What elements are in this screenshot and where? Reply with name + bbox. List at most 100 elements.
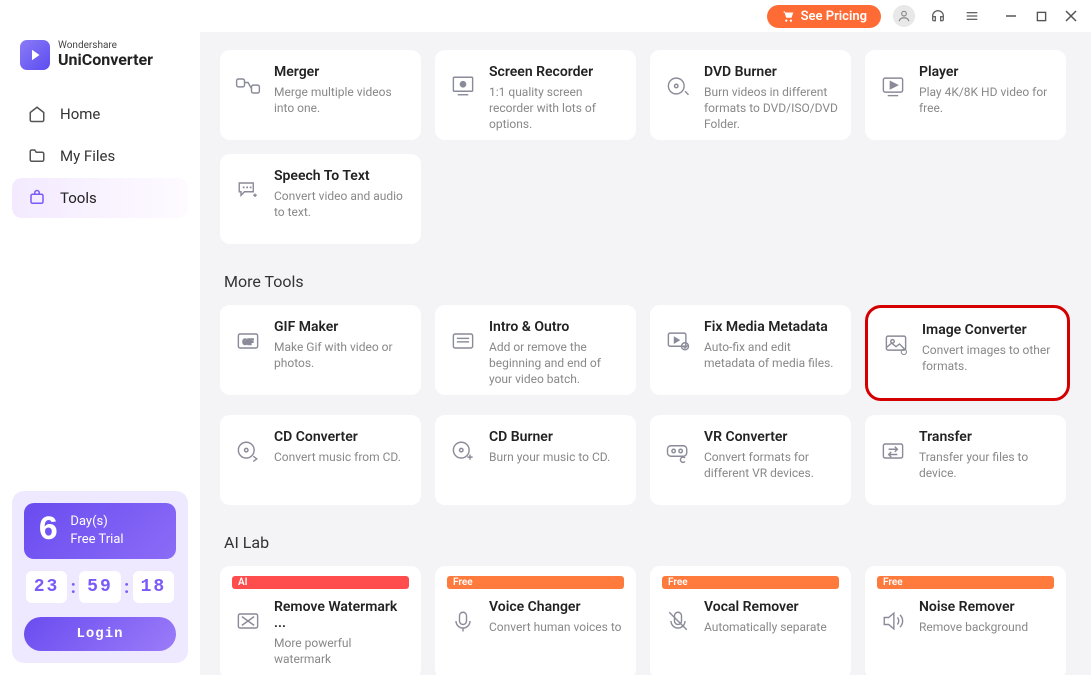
see-pricing-label: See Pricing [801,9,867,24]
close-button[interactable] [1063,8,1079,24]
support-icon[interactable] [927,5,949,27]
image-converter-icon [880,328,912,360]
speech-to-text-icon [232,174,264,206]
menu-icon[interactable] [961,5,983,27]
tool-card-cd-converter[interactable]: CD Converter Convert music from CD. [220,415,421,505]
tool-card-vr-converter[interactable]: VR Converter Convert formats for differen… [650,415,851,505]
trial-card: 6 Day(s) Free Trial 23 : 59 : 18 Login [12,491,188,663]
tool-card-image-converter[interactable]: Image Converter Convert images to other f… [865,305,1070,401]
home-icon [28,105,46,123]
countdown-hours: 23 [26,571,68,603]
gif-maker-icon: GIF [232,325,264,357]
card-description: Convert music from CD. [274,449,401,465]
metadata-icon [662,325,694,357]
card-title: Speech To Text [274,168,409,184]
card-title: Player [919,64,1054,80]
transfer-icon [877,435,909,467]
card-title: Noise Remover [919,599,1028,615]
nav-home[interactable]: Home [12,94,188,134]
login-button[interactable]: Login [24,617,176,651]
tool-card-merger[interactable]: Merger Merge multiple videos into one. [220,50,421,140]
maximize-button[interactable] [1033,8,1049,24]
card-tag: AI [232,576,409,589]
trial-days-label: Day(s) [70,513,123,531]
vr-converter-icon [662,435,694,467]
card-title: Image Converter [922,322,1055,338]
tool-card-fix-media-metadata[interactable]: Fix Media MetadataAuto-fix and edit meta… [650,305,851,395]
merger-icon [232,70,264,102]
screen-recorder-icon [447,70,479,102]
tool-card-gif-maker[interactable]: GIF GIF Maker Make Gif with video or photo… [220,305,421,395]
noise-remover-icon [877,605,909,637]
card-description: More powerful watermark [274,635,409,667]
card-description: Transfer your files to device. [919,449,1054,481]
card-title: CD Burner [489,429,610,445]
svg-text:GIF: GIF [243,339,254,347]
tool-card-transfer[interactable]: Transfer Transfer your files to device. [865,415,1066,505]
player-icon [877,70,909,102]
card-description: Auto-fix and edit metadata of media file… [704,339,839,371]
nav-myfiles[interactable]: My Files [12,136,188,176]
cd-converter-icon [232,435,264,467]
folder-icon [28,147,46,165]
card-description: Burn videos in different formats to DVD/… [704,84,839,133]
card-description: Convert video and audio to text. [274,188,409,220]
card-title: Merger [274,64,409,80]
card-description: Add or remove the beginning and end of y… [489,339,624,388]
card-description: Automatically separate [704,619,827,635]
logo-product: UniConverter [58,52,153,69]
tool-card-intro-outro[interactable]: Intro & Outro Add or remove the beginning… [435,305,636,395]
section-more-tools: More Tools [224,272,1071,291]
card-title: VR Converter [704,429,839,445]
remove-watermark-icon [232,605,264,637]
card-title: Intro & Outro [489,319,624,335]
card-description: Merge multiple videos into one. [274,84,409,116]
tool-card-speech-to-text[interactable]: Speech To Text Convert video and audio to… [220,154,421,244]
tool-card-remove-watermark-[interactable]: AI Remove Watermark ... More powerful wate… [220,566,421,675]
tool-card-cd-burner[interactable]: CD BurnerBurn your music to CD. [435,415,636,505]
card-description: Remove background [919,619,1028,635]
card-title: GIF Maker [274,319,409,335]
trial-countdown: 23 : 59 : 18 [24,571,176,603]
window-controls [1003,8,1079,24]
nav-label: Home [60,105,100,123]
minimize-button[interactable] [1003,8,1019,24]
vocal-remover-icon [662,605,694,637]
tool-card-voice-changer[interactable]: Free Voice Changer Convert human voices to [435,566,636,675]
trial-days-number: 6 [38,514,58,548]
card-title: CD Converter [274,429,401,445]
tool-card-dvd-burner[interactable]: DVD Burner Burn videos in different forma… [650,50,851,140]
card-description: Play 4K/8K HD video for free. [919,84,1054,116]
nav-label: Tools [60,189,97,207]
tool-card-noise-remover[interactable]: Free Noise Remover Remove background [865,566,1066,675]
logo: Wondershare UniConverter [12,36,188,84]
card-description: 1:1 quality screen recorder with lots of… [489,84,624,133]
tool-card-player[interactable]: Player Play 4K/8K HD video for free. [865,50,1066,140]
card-tag: Free [877,576,1054,589]
card-title: Voice Changer [489,599,621,615]
card-title: Transfer [919,429,1054,445]
trial-free-label: Free Trial [70,531,123,549]
nav-tools[interactable]: Tools [12,178,188,218]
tools-icon [28,189,46,207]
card-description: Make Gif with video or photos. [274,339,409,371]
card-title: DVD Burner [704,64,839,80]
card-tag: Free [447,576,624,589]
see-pricing-button[interactable]: See Pricing [767,5,881,28]
titlebar: See Pricing [0,0,1091,32]
dvd-burner-icon [662,70,694,102]
tool-card-screen-recorder[interactable]: Screen Recorder1:1 quality screen record… [435,50,636,140]
card-description: Convert human voices to [489,619,621,635]
card-tag: Free [662,576,839,589]
voice-changer-icon [447,605,479,637]
nav: Home My Files Tools [12,94,188,218]
card-title: Remove Watermark ... [274,599,409,631]
card-description: Convert images to other formats. [922,342,1055,374]
card-description: Convert formats for different VR devices… [704,449,839,481]
countdown-minutes: 59 [79,571,121,603]
cd-burner-icon [447,435,479,467]
intro-outro-icon [447,325,479,357]
tool-card-vocal-remover[interactable]: FreeVocal RemoverAutomatically separate [650,566,851,675]
user-icon[interactable] [893,5,915,27]
section-ai-lab: AI Lab [224,533,1071,552]
